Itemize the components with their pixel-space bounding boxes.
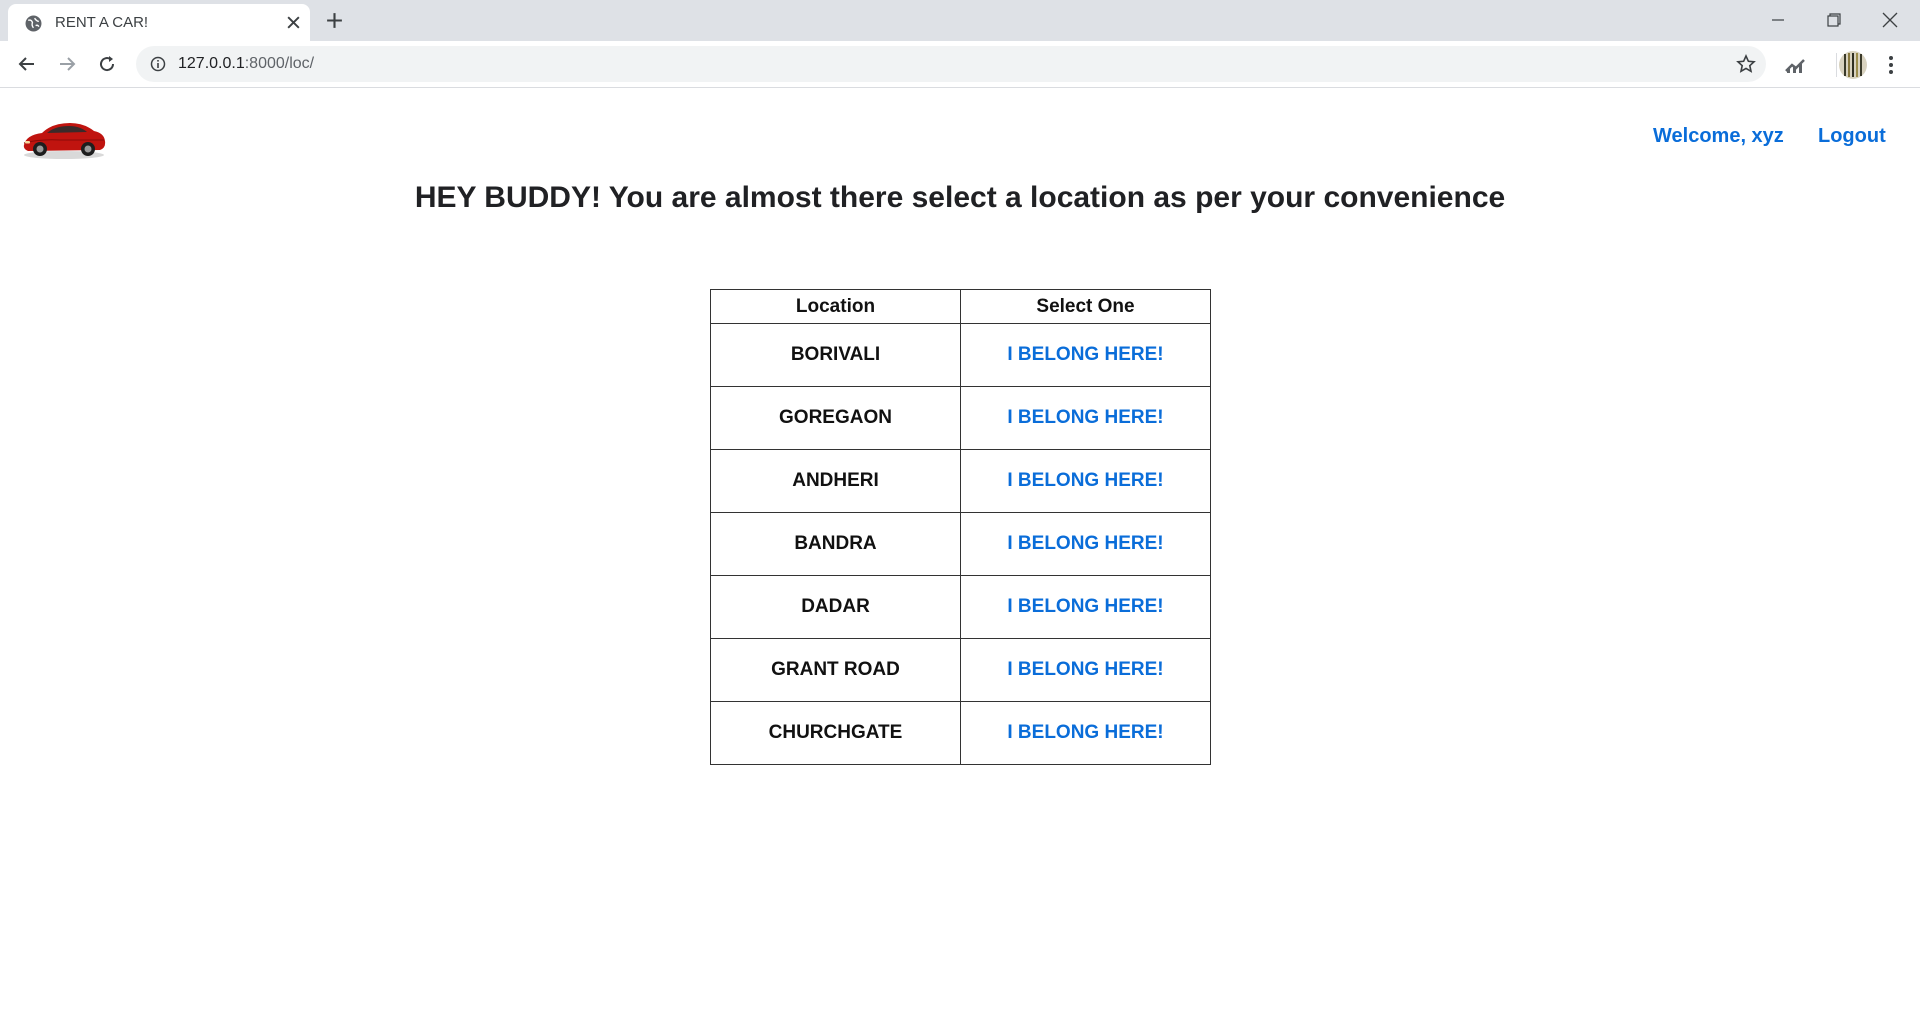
column-header-location: Location (710, 289, 961, 324)
browser-tab[interactable]: RENT A CAR! (8, 4, 310, 41)
location-name: ANDHERI (710, 449, 961, 513)
info-icon[interactable] (150, 56, 166, 72)
table-header-row: Location Select One (710, 289, 1211, 324)
location-name: GRANT ROAD (710, 638, 961, 702)
tab-title: RENT A CAR! (55, 14, 149, 31)
select-location-link[interactable]: I BELONG HERE! (960, 323, 1211, 387)
address-bar[interactable]: 127.0.0.1:8000/loc/ (136, 46, 1766, 82)
minimize-icon[interactable] (1750, 0, 1806, 40)
tab-strip: RENT A CAR! (0, 0, 1920, 41)
menu-icon[interactable] (1886, 53, 1896, 77)
url-path: :8000/loc/ (244, 55, 315, 72)
url-text[interactable]: 127.0.0.1:8000/loc/ (178, 55, 314, 73)
column-header-select: Select One (960, 289, 1211, 324)
star-icon[interactable] (1736, 54, 1756, 74)
select-location-link[interactable]: I BELONG HERE! (960, 512, 1211, 576)
location-name: DADAR (710, 575, 961, 639)
table-row: GOREGAON I BELONG HERE! (710, 386, 1211, 450)
maximize-icon[interactable] (1806, 0, 1862, 40)
logout-link[interactable]: Logout (1818, 125, 1886, 148)
select-location-link[interactable]: I BELONG HERE! (960, 575, 1211, 639)
page-title: HEY BUDDY! You are almost there select a… (414, 181, 1506, 214)
page-content: Welcome, xyz Logout HEY BUDDY! You are a… (0, 89, 1920, 1030)
profile-icon[interactable] (1838, 50, 1868, 80)
plus-icon[interactable] (325, 11, 344, 30)
location-table: Location Select One BORIVALI I BELONG HE… (710, 289, 1211, 765)
close-icon[interactable] (286, 15, 301, 30)
extension-icon[interactable] (1784, 55, 1806, 75)
table-row: BANDRA I BELONG HERE! (710, 512, 1211, 576)
select-location-link[interactable]: I BELONG HERE! (960, 386, 1211, 450)
car-logo-icon[interactable] (20, 113, 108, 161)
location-name: GOREGAON (710, 386, 961, 450)
table-row: DADAR I BELONG HERE! (710, 575, 1211, 639)
location-name: BANDRA (710, 512, 961, 576)
welcome-link[interactable]: Welcome, xyz (1653, 125, 1784, 148)
location-name: CHURCHGATE (710, 701, 961, 765)
location-name: BORIVALI (710, 323, 961, 387)
browser-toolbar: 127.0.0.1:8000/loc/ (0, 41, 1920, 88)
table-row: GRANT ROAD I BELONG HERE! (710, 638, 1211, 702)
select-location-link[interactable]: I BELONG HERE! (960, 701, 1211, 765)
url-host: 127.0.0.1 (178, 55, 245, 72)
globe-icon (25, 15, 42, 32)
table-row: CHURCHGATE I BELONG HERE! (710, 701, 1211, 765)
table-row: ANDHERI I BELONG HERE! (710, 449, 1211, 513)
table-row: BORIVALI I BELONG HERE! (710, 323, 1211, 387)
reload-icon[interactable] (94, 51, 120, 77)
window-close-icon[interactable] (1862, 0, 1918, 40)
toolbar-separator (1836, 53, 1837, 77)
forward-icon[interactable] (54, 51, 80, 77)
back-icon[interactable] (14, 51, 40, 77)
select-location-link[interactable]: I BELONG HERE! (960, 449, 1211, 513)
select-location-link[interactable]: I BELONG HERE! (960, 638, 1211, 702)
